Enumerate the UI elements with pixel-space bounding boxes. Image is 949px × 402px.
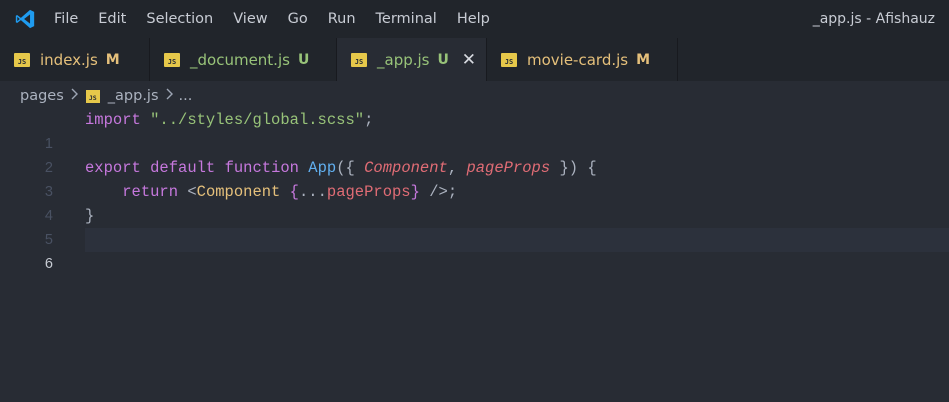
- line-content: [85, 132, 949, 156]
- keyword: export: [85, 159, 141, 177]
- line-number: 6: [44, 256, 53, 272]
- window-title: _app.js - Afishauz: [812, 11, 935, 27]
- tab-git-status: M: [636, 51, 651, 68]
- tab-document-js[interactable]: JS _document.js U: [150, 38, 337, 81]
- jsx-tag: Component: [196, 183, 281, 201]
- menu-selection[interactable]: Selection: [136, 0, 223, 38]
- tab-index-js[interactable]: JS index.js M: [0, 38, 150, 81]
- code-line: 4 return <Component {...pageProps} />;: [0, 180, 949, 224]
- menu-edit[interactable]: Edit: [88, 0, 136, 38]
- vscode-logo-icon[interactable]: [0, 0, 50, 38]
- tab-movie-card-js[interactable]: JS movie-card.js M: [487, 38, 678, 81]
- punctuation: <: [178, 183, 197, 201]
- function-name: App: [308, 159, 337, 177]
- tab-label: _document.js: [190, 50, 290, 69]
- chevron-right-icon: [70, 88, 78, 104]
- parameter: pageProps: [466, 159, 551, 177]
- js-file-icon: JS: [501, 52, 517, 67]
- string-literal: "../styles/global.scss": [150, 111, 365, 129]
- menu-help[interactable]: Help: [447, 0, 500, 38]
- brace: }: [410, 183, 420, 201]
- breadcrumb: pages JS _app.js ...: [0, 81, 949, 111]
- keyword: function: [224, 159, 299, 177]
- brace: {: [289, 183, 299, 201]
- tab-label: _app.js: [377, 50, 430, 69]
- punctuation: />;: [419, 183, 458, 201]
- punctuation: ,: [447, 159, 467, 177]
- code-line: 2: [0, 132, 949, 176]
- code-line: 3 export default function App({ Componen…: [0, 156, 949, 200]
- code-line: 5 }: [0, 204, 949, 248]
- tab-app-js[interactable]: JS _app.js U ✕: [337, 38, 487, 81]
- code-line-current: 6: [0, 228, 949, 272]
- breadcrumb-file[interactable]: _app.js: [108, 88, 159, 104]
- menu-bar: File Edit Selection View Go Run Terminal…: [50, 0, 500, 38]
- menu-run[interactable]: Run: [318, 0, 366, 38]
- line-content: import "../styles/global.scss";: [85, 108, 949, 132]
- editor-tab-bar: JS index.js M JS _document.js U JS _app.…: [0, 38, 949, 81]
- line-content: return <Component {...pageProps} />;: [85, 180, 949, 204]
- punctuation: }: [85, 207, 95, 225]
- keyword: return: [122, 183, 179, 201]
- punctuation: ({: [336, 159, 365, 177]
- keyword: default: [150, 159, 216, 177]
- line-content: }: [85, 204, 949, 228]
- close-tab-icon[interactable]: ✕: [461, 50, 477, 70]
- tab-label: index.js: [40, 50, 98, 69]
- parameter: Component: [364, 159, 448, 177]
- spread-operator: ...: [298, 183, 327, 201]
- keyword: import: [85, 111, 141, 129]
- menu-terminal[interactable]: Terminal: [366, 0, 447, 38]
- js-file-icon: JS: [164, 52, 180, 67]
- js-file-icon: JS: [351, 52, 367, 67]
- punctuation: ;: [364, 111, 374, 129]
- chevron-right-icon: [165, 88, 173, 104]
- menu-go[interactable]: Go: [278, 0, 318, 38]
- variable: pageProps: [326, 183, 411, 201]
- line-content: export default function App({ Component,…: [85, 156, 949, 180]
- tab-git-status: M: [105, 51, 120, 68]
- js-file-icon: JS: [14, 52, 30, 67]
- menu-view[interactable]: View: [223, 0, 277, 38]
- tab-git-status: U: [297, 51, 310, 68]
- line-content: [85, 228, 949, 252]
- breadcrumb-folder[interactable]: pages: [20, 88, 64, 104]
- code-line: 1 import "../styles/global.scss";: [0, 108, 949, 152]
- breadcrumb-symbols[interactable]: ...: [179, 88, 193, 104]
- tab-label: movie-card.js: [527, 50, 629, 69]
- tab-git-status: U: [437, 51, 449, 68]
- js-file-icon: JS: [85, 89, 100, 103]
- title-bar: File Edit Selection View Go Run Terminal…: [0, 0, 949, 38]
- punctuation: }) {: [550, 159, 597, 177]
- code-editor[interactable]: 1 import "../styles/global.scss"; 2 3 ex…: [0, 108, 949, 402]
- menu-file[interactable]: File: [50, 0, 88, 38]
